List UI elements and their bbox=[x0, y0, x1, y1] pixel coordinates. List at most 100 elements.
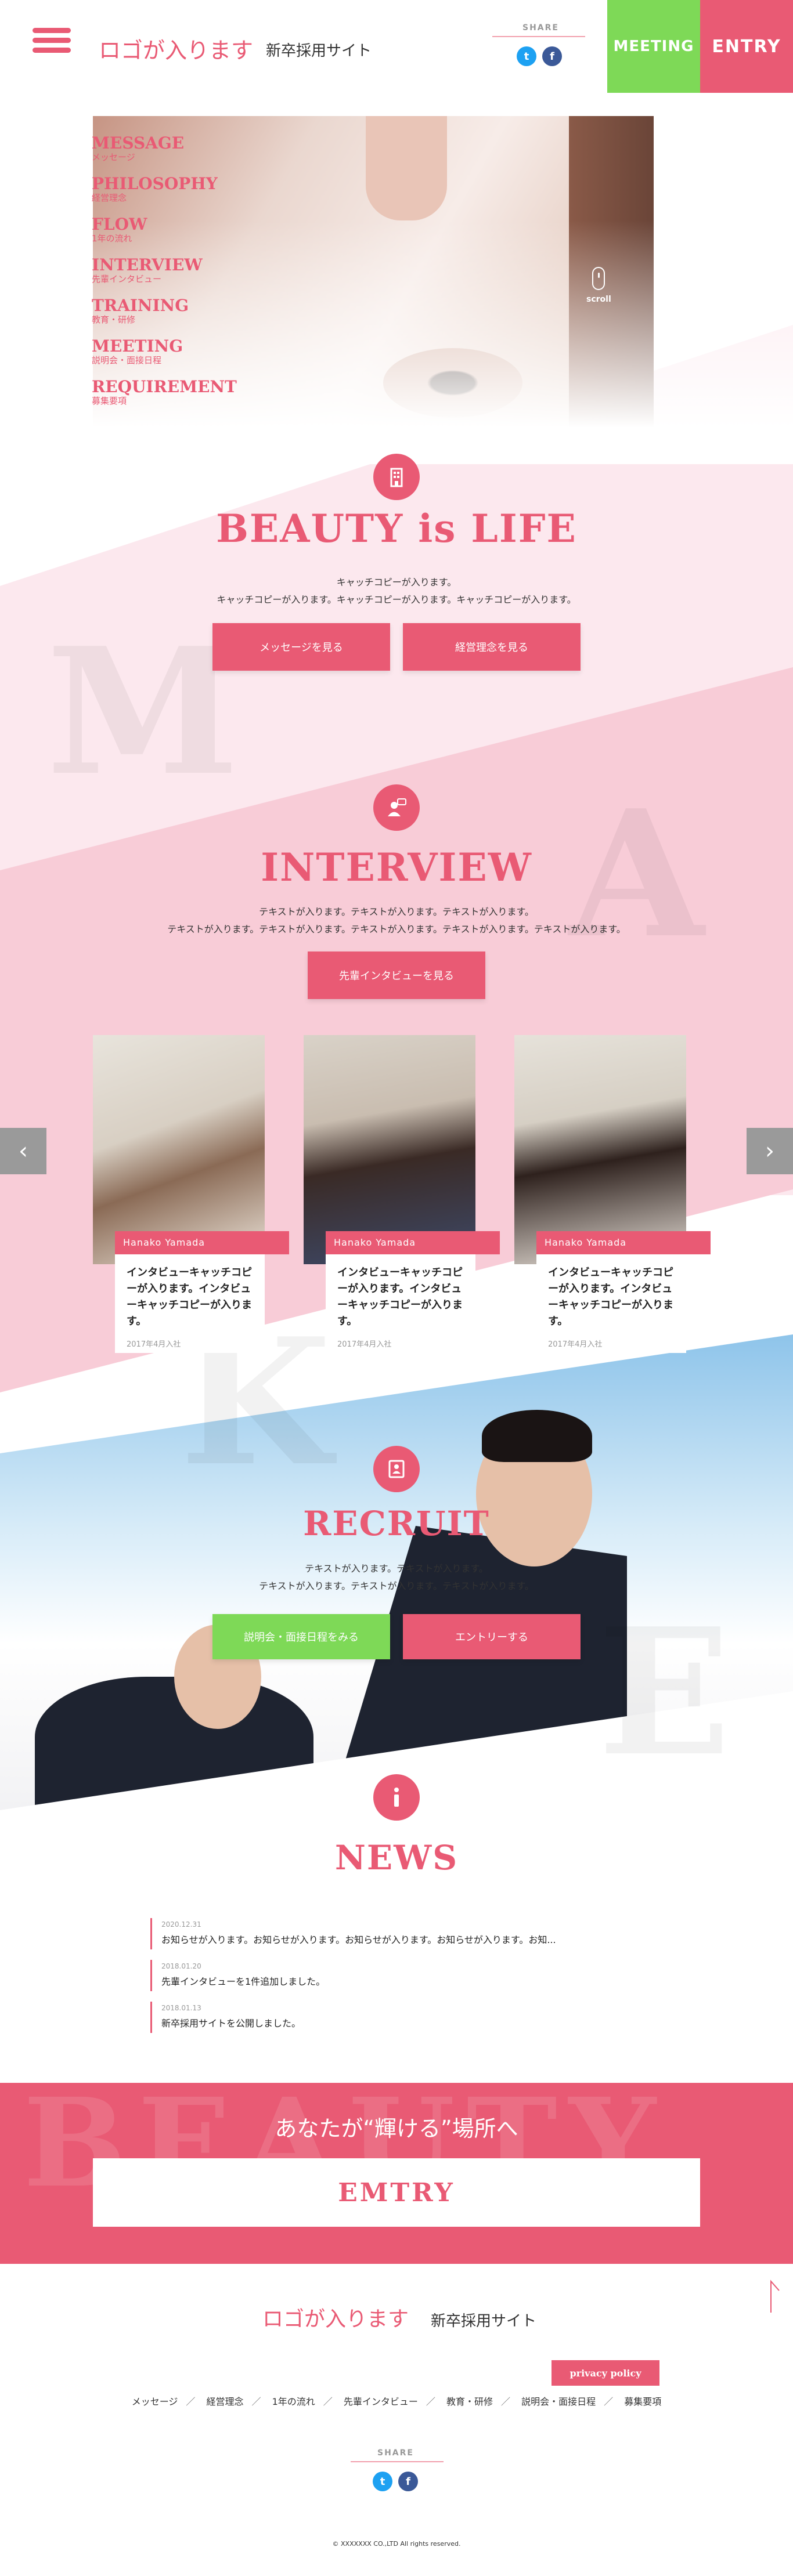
interview-text-2: テキストが入ります。テキストが入ります。テキストが入ります。テキストが入ります。… bbox=[167, 924, 626, 935]
footer-link-training[interactable]: 教育・研修 bbox=[446, 2396, 493, 2407]
news-text: 新卒採用サイトを公開しました。 bbox=[161, 2018, 301, 2029]
bg-letter-m: M bbox=[46, 609, 240, 814]
scroll-indicator[interactable]: scroll bbox=[586, 267, 611, 304]
interview-photo bbox=[514, 1035, 686, 1264]
back-to-top-icon[interactable] bbox=[764, 2279, 781, 2314]
card-catchcopy: インタビューキャッチコピーが入ります。インタビューキャッチコピーが入ります。 bbox=[548, 1267, 673, 1327]
bg-letter-e: E bbox=[598, 1590, 731, 1794]
card-join-date: 2017年4月入社 bbox=[127, 1340, 181, 1349]
nav-item-message[interactable]: MESSAGE メッセージ bbox=[92, 135, 237, 163]
facebook-icon[interactable]: f bbox=[542, 46, 562, 66]
interview-title: INTERVIEW bbox=[261, 845, 532, 890]
share-label: SHARE bbox=[522, 23, 559, 32]
interviewee-name: Hanako Yamada bbox=[115, 1231, 289, 1254]
mouse-icon bbox=[592, 267, 605, 290]
footer-link-flow[interactable]: 1年の流れ bbox=[272, 2396, 315, 2407]
entry-button[interactable]: ENTRY bbox=[700, 0, 793, 93]
hero-finger-shape bbox=[366, 116, 447, 220]
card-catchcopy: インタビューキャッチコピーが入ります。インタビューキャッチコピーが入ります。 bbox=[337, 1267, 463, 1327]
interview-card[interactable]: Hanako Yamada インタビューキャッチコピーが入ります。インタビューキ… bbox=[304, 1035, 500, 1353]
card-join-date: 2017年4月入社 bbox=[337, 1340, 392, 1349]
footer-link-requirement[interactable]: 募集要項 bbox=[624, 2396, 661, 2407]
nav-item-interview[interactable]: INTERVIEW 先輩インタビュー bbox=[92, 256, 237, 285]
beauty-copy-1: キャッチコピーが入ります。 bbox=[336, 577, 457, 588]
footer-link-message[interactable]: メッセージ bbox=[132, 2396, 178, 2407]
nav-item-flow[interactable]: FLOW 1年の流れ bbox=[92, 216, 237, 244]
news-text: お知らせが入ります。お知らせが入ります。お知らせが入ります。お知らせが入ります。… bbox=[161, 1934, 556, 1945]
recruit-title: RECRUIT bbox=[303, 1504, 490, 1543]
person-chat-icon bbox=[373, 784, 420, 831]
side-navigation: MESSAGE メッセージ PHILOSOPHY 経営理念 FLOW 1年の流れ IN… bbox=[92, 135, 237, 419]
interview-card[interactable]: Hanako Yamada インタビューキャッチコピーが入ります。インタビューキ… bbox=[514, 1035, 711, 1353]
view-message-button[interactable]: メッセージを見る bbox=[212, 623, 390, 671]
view-philosophy-button[interactable]: 経営理念を見る bbox=[403, 623, 581, 671]
share-divider bbox=[492, 36, 585, 37]
scroll-label: scroll bbox=[586, 295, 611, 304]
interview-card[interactable]: Hanako Yamada インタビューキャッチコピーが入ります。インタビューキ… bbox=[93, 1035, 289, 1353]
emtry-button[interactable]: EMTRY bbox=[93, 2158, 700, 2227]
businessman-hair bbox=[482, 1410, 592, 1462]
nav-item-training[interactable]: TRAINING 教育・研修 bbox=[92, 297, 237, 325]
footer-link-philosophy[interactable]: 経営理念 bbox=[206, 2396, 243, 2407]
card-catchcopy: インタビューキャッチコピーが入ります。インタビューキャッチコピーが入ります。 bbox=[127, 1267, 252, 1327]
news-date: 2020.12.31 bbox=[161, 1920, 201, 1929]
news-item[interactable]: 2018.01.20 先輩インタビューを1件追加しました。 bbox=[150, 1960, 686, 1991]
footer-link-meeting[interactable]: 説明会・面接日程 bbox=[521, 2396, 596, 2407]
footer-separator: ／ bbox=[251, 2396, 261, 2407]
interview-text-1: テキストが入ります。テキストが入ります。テキストが入ります。 bbox=[259, 906, 534, 917]
news-text: 先輩インタビューを1件追加しました。 bbox=[161, 1976, 326, 1987]
nav-item-meeting[interactable]: MEETING 説明会・面接日程 bbox=[92, 338, 237, 366]
view-meeting-schedule-button[interactable]: 説明会・面接日程をみる bbox=[212, 1614, 390, 1659]
entry-band: BEAUTY あなたが“輝ける”場所へ EMTRY bbox=[0, 2083, 793, 2264]
footer-share-label: SHARE bbox=[377, 2448, 414, 2458]
id-card-icon bbox=[373, 1446, 420, 1492]
meeting-button[interactable]: MEETING bbox=[607, 0, 700, 93]
beauty-copy-2: キャッチコピーが入ります。キャッチコピーが入ります。キャッチコピーが入ります。 bbox=[217, 594, 576, 605]
card-body: インタビューキャッチコピーが入ります。インタビューキャッチコピーが入ります。 2… bbox=[536, 1254, 686, 1353]
hamburger-menu-icon[interactable] bbox=[33, 28, 71, 60]
nav-item-requirement[interactable]: REQUIREMENT 募集要項 bbox=[92, 378, 237, 407]
twitter-icon[interactable]: t bbox=[517, 46, 536, 66]
footer-share-divider bbox=[351, 2461, 444, 2462]
band-copy: あなたが“輝ける”場所へ bbox=[275, 2116, 518, 2141]
card-body: インタビューキャッチコピーが入ります。インタビューキャッチコピーが入ります。 2… bbox=[115, 1254, 265, 1353]
building-icon bbox=[373, 454, 420, 500]
site-name: 新卒採用サイト bbox=[266, 42, 372, 60]
card-join-date: 2017年4月入社 bbox=[548, 1340, 603, 1349]
footer-separator: ／ bbox=[604, 2396, 614, 2407]
footer-navigation: メッセージ ／ 経営理念 ／ 1年の流れ ／ 先輩インタビュー ／ 教育・研修 ／ 説明会… bbox=[0, 2394, 793, 2408]
footer-separator: ／ bbox=[323, 2396, 333, 2407]
footer-logo[interactable]: ロゴが入ります bbox=[262, 2302, 409, 2332]
recruit-text-2: テキストが入ります。テキストが入ります。テキストが入ります。 bbox=[259, 1580, 534, 1591]
recruit-text-1: テキストが入ります。テキストが入ります。 bbox=[305, 1563, 488, 1574]
footer-facebook-icon[interactable]: f bbox=[398, 2472, 418, 2491]
prev-arrow-icon[interactable]: ‹ bbox=[0, 1128, 46, 1174]
beauty-title: BEAUTY is LIFE bbox=[216, 506, 577, 551]
interview-photo bbox=[304, 1035, 475, 1264]
interview-photo bbox=[93, 1035, 265, 1264]
privacy-policy-button[interactable]: privacy policy bbox=[552, 2360, 659, 2386]
footer-site-name: 新卒採用サイト bbox=[431, 2313, 537, 2330]
news-list: 2020.12.31 お知らせが入ります。お知らせが入ります。お知らせが入ります。… bbox=[136, 1909, 700, 2038]
news-date: 2018.01.13 bbox=[161, 2004, 201, 2012]
footer-link-interview[interactable]: 先輩インタビュー bbox=[344, 2396, 418, 2407]
news-date: 2018.01.20 bbox=[161, 1962, 201, 1970]
news-item[interactable]: 2020.12.31 お知らせが入ります。お知らせが入ります。お知らせが入ります。… bbox=[150, 1918, 686, 1949]
news-title: NEWS bbox=[334, 1838, 459, 1877]
next-arrow-icon[interactable]: › bbox=[747, 1128, 793, 1174]
footer-separator: ／ bbox=[501, 2396, 511, 2407]
interviewee-name: Hanako Yamada bbox=[326, 1231, 500, 1254]
entry-cta-button[interactable]: エントリーする bbox=[403, 1614, 581, 1659]
footer-separator: ／ bbox=[426, 2396, 435, 2407]
view-interview-button[interactable]: 先輩インタビューを見る bbox=[308, 951, 485, 999]
card-body: インタビューキャッチコピーが入ります。インタビューキャッチコピーが入ります。 2… bbox=[326, 1254, 475, 1353]
nav-item-philosophy[interactable]: PHILOSOPHY 経営理念 bbox=[92, 175, 237, 204]
footer-twitter-icon[interactable]: t bbox=[373, 2472, 392, 2491]
footer-separator: ／ bbox=[186, 2396, 196, 2407]
copyright: © XXXXXXX CO.,LTD All rights reserved. bbox=[332, 2540, 461, 2548]
info-icon bbox=[373, 1774, 420, 1821]
interviewee-name: Hanako Yamada bbox=[536, 1231, 711, 1254]
logo[interactable]: ロゴが入ります bbox=[99, 32, 253, 64]
news-item[interactable]: 2018.01.13 新卒採用サイトを公開しました。 bbox=[150, 2002, 686, 2033]
site-header: ロゴが入ります 新卒採用サイト SHARE t f MEETING ENTRY bbox=[0, 0, 793, 93]
